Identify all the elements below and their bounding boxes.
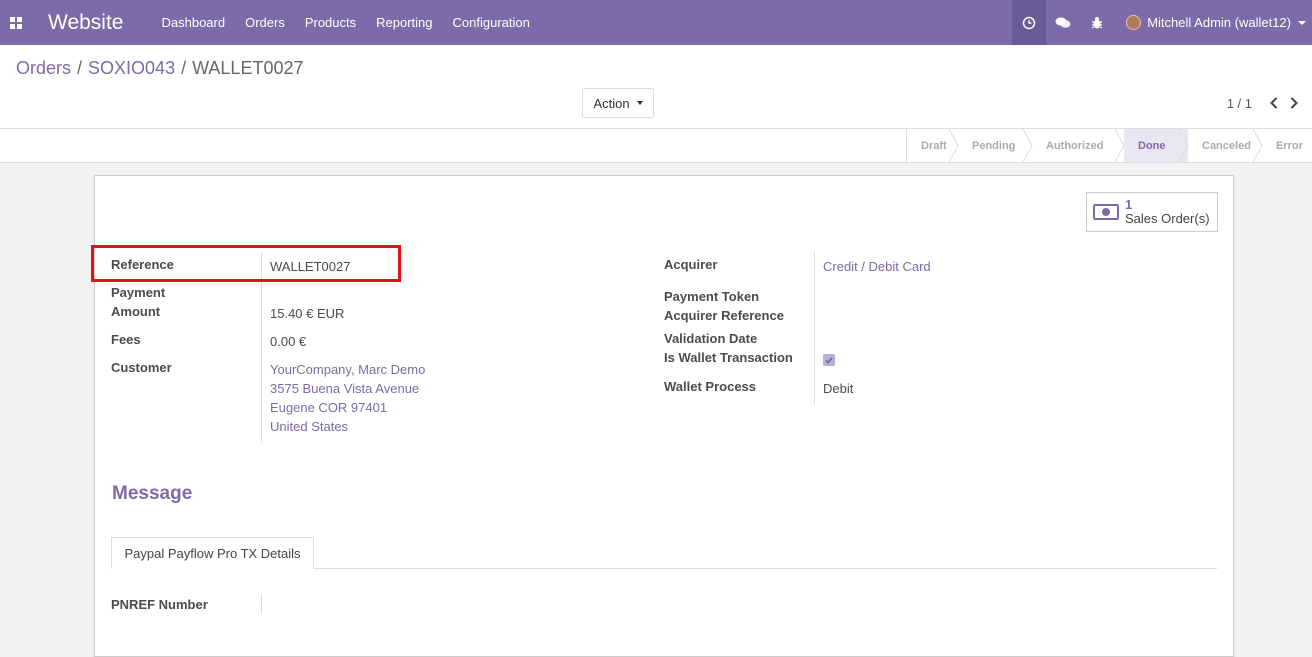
message-section-title: Message xyxy=(112,483,193,504)
stage-authorized: Authorized xyxy=(1032,129,1125,162)
activity-clock-icon[interactable] xyxy=(1012,0,1047,45)
reference-highlight-box xyxy=(91,245,401,282)
field-divider xyxy=(814,252,815,404)
acquirer-reference-label: Acquirer Reference xyxy=(664,308,784,323)
acquirer-value[interactable]: Credit / Debit Card xyxy=(823,257,931,276)
customer-label: Customer xyxy=(111,360,172,375)
top-navbar: Website Dashboard Orders Products Report… xyxy=(0,0,1312,45)
stage-draft: Draft xyxy=(907,129,959,162)
statusbar: Draft Pending Authorized Done Canceled E… xyxy=(906,129,1312,162)
systray: Mitchell Admin (wallet12) xyxy=(1012,0,1312,45)
chat-icon[interactable] xyxy=(1046,0,1080,45)
stage-label: Error xyxy=(1276,139,1303,152)
customer-country[interactable]: United States xyxy=(270,417,348,436)
tab-paypal-payflow-details[interactable]: Paypal Payflow Pro TX Details xyxy=(111,537,314,569)
menu-item-reporting[interactable]: Reporting xyxy=(366,0,442,45)
pager-next-icon[interactable] xyxy=(1284,94,1304,112)
stage-label: Canceled xyxy=(1202,139,1251,152)
sales-orders-button[interactable]: 1 Sales Order(s) xyxy=(1086,192,1218,232)
pager-value[interactable]: 1 / 1 xyxy=(1227,96,1252,111)
menu-item-dashboard[interactable]: Dashboard xyxy=(151,0,235,45)
pager-previous-icon[interactable] xyxy=(1264,94,1284,112)
wallet-process-value: Debit xyxy=(823,381,854,396)
breadcrumb-separator: / xyxy=(77,58,83,78)
caret-down-icon xyxy=(636,101,643,105)
debug-bug-icon[interactable] xyxy=(1080,0,1114,45)
stage-label: Done xyxy=(1138,139,1166,152)
sales-orders-text: 1 Sales Order(s) xyxy=(1125,198,1210,226)
stage-done: Done xyxy=(1124,129,1189,162)
payment-amount-label-line1: Payment xyxy=(111,285,166,300)
menu-item-orders[interactable]: Orders xyxy=(235,0,295,45)
fees-label: Fees xyxy=(111,332,141,347)
stage-canceled: Canceled xyxy=(1188,129,1263,162)
payment-amount-label-line2: Amount xyxy=(111,304,161,319)
validation-date-label: Validation Date xyxy=(664,331,758,346)
pnref-number-label: PNREF Number xyxy=(111,597,208,612)
wallet-process-label: Wallet Process xyxy=(664,379,757,394)
payment-token-label: Payment Token xyxy=(664,289,760,304)
statusbar-container: Draft Pending Authorized Done Canceled E… xyxy=(0,128,1312,163)
main-menu: Dashboard Orders Products Reporting Conf… xyxy=(151,0,539,45)
stage-label: Draft xyxy=(921,139,947,152)
is-wallet-transaction-checkbox[interactable] xyxy=(823,354,835,366)
chevron-down-icon xyxy=(1298,20,1306,25)
stage-pending: Pending xyxy=(958,129,1033,162)
breadcrumb: Orders / SOXIO043 / WALLET0027 xyxy=(16,58,304,79)
user-menu[interactable]: Mitchell Admin (wallet12) xyxy=(1114,15,1312,30)
action-dropdown-button[interactable]: Action xyxy=(582,88,654,118)
sales-orders-count: 1 xyxy=(1125,197,1133,212)
apps-menu-icon[interactable] xyxy=(0,0,32,45)
payment-amount-value: 15.40 € EUR xyxy=(270,306,345,321)
customer-city[interactable]: Eugene COR 97401 xyxy=(270,398,387,417)
breadcrumb-separator: / xyxy=(181,58,187,78)
breadcrumb-current: WALLET0027 xyxy=(192,58,304,78)
sales-orders-label: Sales Order(s) xyxy=(1125,211,1210,226)
is-wallet-transaction-label: Is Wallet Transaction xyxy=(664,350,793,365)
avatar xyxy=(1126,15,1142,30)
menu-item-products[interactable]: Products xyxy=(295,0,366,45)
user-name: Mitchell Admin (wallet12) xyxy=(1147,15,1291,30)
customer-name[interactable]: YourCompany, Marc Demo xyxy=(270,360,425,379)
customer-street[interactable]: 3575 Buena Vista Avenue xyxy=(270,379,419,398)
stage-label: Authorized xyxy=(1046,139,1104,152)
app-title[interactable]: Website xyxy=(48,11,123,35)
fees-value: 0.00 € xyxy=(270,334,307,349)
field-divider xyxy=(261,594,262,614)
acquirer-label: Acquirer xyxy=(664,257,718,272)
breadcrumb-orders[interactable]: Orders xyxy=(16,58,71,79)
stage-label: Pending xyxy=(972,139,1016,152)
action-label: Action xyxy=(593,95,630,111)
money-icon xyxy=(1093,204,1119,220)
breadcrumb-sale-order[interactable]: SOXIO043 xyxy=(88,58,175,79)
stage-error: Error xyxy=(1262,129,1312,162)
menu-item-configuration[interactable]: Configuration xyxy=(443,0,540,45)
pager: 1 / 1 xyxy=(1227,94,1304,112)
